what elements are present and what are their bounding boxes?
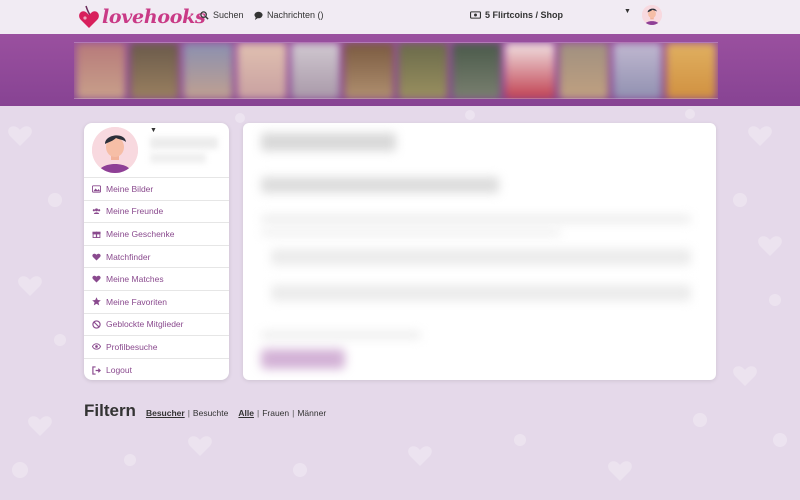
featured-member-thumb[interactable] (344, 43, 395, 99)
sidebar-item-label: Logout (106, 365, 132, 376)
featured-members-strip (74, 43, 718, 99)
featured-member-thumb[interactable] (237, 43, 287, 99)
blurred-text-line (261, 229, 561, 236)
flirtcoins-label: 5 Flirtcoins / Shop (485, 10, 564, 20)
gift-icon (92, 229, 101, 239)
image-icon (92, 184, 101, 193)
blurred-user-info (150, 153, 206, 163)
logout-icon (92, 365, 101, 375)
featured-member-thumb[interactable] (129, 43, 180, 99)
sidebar-item-label: Meine Matches (106, 274, 164, 285)
featured-member-thumb[interactable] (451, 43, 502, 99)
user-avatar-icon (642, 5, 662, 25)
header-avatar[interactable] (642, 5, 662, 25)
banner-divider (74, 98, 718, 99)
search-icon (200, 10, 209, 20)
sidebar-item-label: Profilbesuche (106, 341, 158, 352)
sidebar-item-label: Meine Favoriten (106, 296, 167, 307)
top-header: lovehooks Suchen Nachrichten () 5 Flirtc… (0, 0, 800, 34)
blurred-text-line (261, 215, 691, 223)
messages-link[interactable]: Nachrichten () (254, 10, 324, 20)
sidebar-item-profilbesuche[interactable]: Profilbesuche (84, 336, 229, 359)
sidebar-item-label: Matchfinder (106, 251, 151, 262)
filter-separator: | (187, 408, 190, 418)
main-content-card (243, 123, 716, 380)
heart-icon (92, 252, 101, 261)
filter-separator: | (292, 408, 295, 418)
profile-menu-caret-icon[interactable]: ▼ (150, 127, 157, 134)
logo[interactable]: lovehooks (78, 4, 206, 30)
heart-icon (92, 275, 101, 284)
messages-label: Nachrichten () (267, 10, 324, 20)
sidebar-item-meine-freunde[interactable]: Meine Freunde (84, 201, 229, 224)
filter-bar: Filtern Besucher | Besuchte Alle | Fraue… (84, 401, 326, 421)
featured-member-thumb[interactable] (398, 43, 448, 99)
chat-bubble-icon (254, 11, 263, 20)
sidebar-item-meine-bilder[interactable]: Meine Bilder (84, 178, 229, 201)
blurred-action-button[interactable] (261, 349, 345, 369)
featured-member-thumb[interactable] (559, 43, 609, 99)
sidebar-item-label: Meine Freunde (106, 206, 164, 217)
user-avatar-icon (92, 127, 138, 173)
users-icon (92, 207, 101, 216)
blurred-list-item (271, 249, 691, 265)
blurred-username (150, 137, 218, 149)
cherry-heart-icon (79, 5, 99, 28)
eye-icon (92, 342, 101, 351)
search-link[interactable]: Suchen (200, 10, 244, 20)
logo-text: lovehooks (102, 6, 206, 28)
ban-icon (92, 320, 101, 329)
sidebar-item-meine-favoriten[interactable]: Meine Favoriten (84, 291, 229, 314)
blurred-text-line (261, 331, 421, 339)
profile-sidebar: ▼ Meine Bilder Meine Freunde Meine Gesch… (84, 123, 229, 380)
profile-avatar[interactable] (92, 127, 138, 173)
flirtcoins-shop-link[interactable]: 5 Flirtcoins / Shop (470, 10, 563, 20)
sidebar-item-logout[interactable]: Logout (84, 359, 229, 380)
blurred-subheading (261, 177, 499, 193)
filter-option-maenner[interactable]: Männer (297, 408, 326, 418)
blurred-heading (261, 133, 396, 151)
search-label: Suchen (213, 10, 244, 20)
filter-option-frauen[interactable]: Frauen (262, 408, 289, 418)
featured-member-thumb[interactable] (612, 43, 663, 99)
featured-members-banner (0, 34, 800, 106)
star-icon (92, 297, 101, 306)
sidebar-item-label: Meine Bilder (106, 183, 154, 194)
featured-member-thumb[interactable] (505, 43, 556, 99)
money-bill-icon (470, 11, 481, 19)
featured-member-thumb[interactable] (76, 43, 126, 99)
sidebar-item-meine-matches[interactable]: Meine Matches (84, 268, 229, 291)
filter-title: Filtern (84, 401, 136, 420)
featured-member-thumb[interactable] (183, 43, 234, 99)
filter-option-alle[interactable]: Alle (238, 408, 254, 418)
blurred-list-item (271, 285, 691, 301)
featured-member-thumb[interactable] (666, 43, 717, 99)
featured-member-thumb[interactable] (290, 43, 341, 99)
sidebar-item-geblockte-mitglieder[interactable]: Geblockte Mitglieder (84, 314, 229, 337)
sidebar-item-meine-geschenke[interactable]: Meine Geschenke (84, 223, 229, 246)
sidebar-item-matchfinder[interactable]: Matchfinder (84, 246, 229, 269)
filter-option-besucher[interactable]: Besucher (146, 408, 185, 418)
user-menu-caret-icon[interactable]: ▼ (624, 8, 631, 15)
sidebar-item-label: Geblockte Mitglieder (106, 319, 184, 330)
sidebar-item-label: Meine Geschenke (106, 228, 175, 239)
filter-option-besuchte[interactable]: Besuchte (193, 408, 228, 418)
filter-separator: | (256, 408, 260, 418)
profile-summary: ▼ (84, 123, 229, 178)
